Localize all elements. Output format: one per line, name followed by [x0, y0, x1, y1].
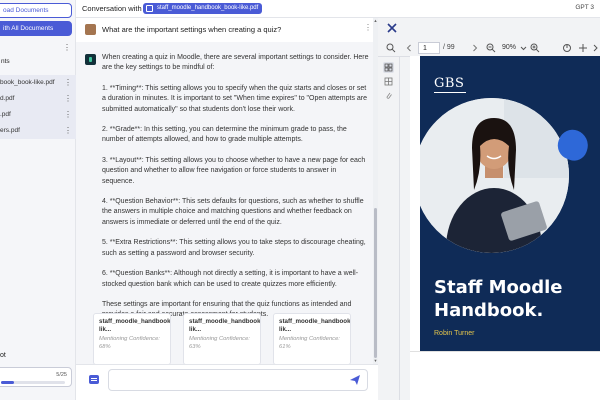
- chat-panel: What are the important settings when cre…: [76, 18, 378, 400]
- pdf-page-cover: GBS Staff Moodle Handbook. Robin Turner: [420, 56, 600, 351]
- cover-title: Staff Moodle Handbook.: [434, 277, 563, 321]
- chat-input[interactable]: [108, 369, 368, 391]
- usage-meter: 5/25: [0, 367, 72, 387]
- person-illustration: [420, 98, 569, 253]
- active-file-name: staff_moodle_handbook_book-like.pdf: [157, 5, 259, 11]
- document-name: book_book-like.pdf: [0, 79, 55, 86]
- answer-paragraph: 5. **Extra Restrictions**: This setting …: [102, 239, 366, 257]
- chat-with-all-documents-button[interactable]: ith All Documents: [0, 21, 72, 36]
- more-tools-icon[interactable]: [592, 43, 600, 53]
- usage-bar: [1, 381, 65, 384]
- answer-paragraph: When creating a quiz in Moodle, there ar…: [102, 54, 369, 72]
- zoom-out-icon[interactable]: [486, 43, 496, 53]
- previous-page-icon[interactable]: [404, 43, 414, 53]
- search-icon[interactable]: [386, 43, 396, 53]
- cover-photo: [420, 98, 569, 253]
- source-title: staff_moodle_handbook_bo lik...: [279, 318, 351, 333]
- send-icon[interactable]: [349, 374, 361, 386]
- document-name: d.pdf: [0, 95, 15, 102]
- source-title: staff_moodle_handbook_bo lik...: [99, 318, 171, 333]
- page-margin: [410, 56, 420, 351]
- user-message-row: What are the important settings when cre…: [76, 18, 378, 42]
- zoom-level[interactable]: 90%: [502, 44, 516, 51]
- message-composer: [76, 364, 378, 400]
- user-message: What are the important settings when cre…: [102, 25, 282, 34]
- source-title: staff_moodle_handbook_bo lik...: [189, 318, 261, 333]
- source-card[interactable]: staff_moodle_handbook_bo lik... Mentioni…: [273, 313, 351, 365]
- upload-documents-label: oad Documents: [3, 7, 49, 14]
- answer-paragraph: 3. **Layout**: This setting allows you t…: [102, 156, 366, 185]
- source-confidence: Mentioning Confidence: 63%: [189, 336, 250, 350]
- answer-paragraph: 4. **Question Behavior**: This sets defa…: [102, 198, 364, 226]
- answer-paragraph: 2. **Grade**: In this setting, you can d…: [102, 126, 347, 144]
- document-menu-icon[interactable]: ⋮: [64, 91, 72, 107]
- document-item-4[interactable]: ers.pdf ⋮: [0, 123, 76, 139]
- sidebar: oad Documents ith All Documents nts ⋮ bo…: [0, 0, 76, 400]
- usage-bar-fill: [1, 381, 14, 384]
- upload-documents-button[interactable]: oad Documents: [0, 3, 72, 18]
- pdf-toolbar: / 99 90%: [378, 40, 600, 57]
- prompt-library-icon[interactable]: [89, 375, 99, 384]
- assistant-answer: When creating a quiz in Moodle, there ar…: [102, 53, 370, 331]
- source-card[interactable]: staff_moodle_handbook_bo lik... Mentioni…: [93, 313, 171, 365]
- thumbnails-icon[interactable]: [383, 62, 394, 73]
- pan-icon[interactable]: [578, 43, 588, 53]
- user-avatar: [85, 24, 96, 35]
- section-menu-icon[interactable]: ⋮: [63, 43, 71, 52]
- logo-underline: [434, 92, 466, 93]
- zoom-dropdown-icon[interactable]: [520, 43, 527, 53]
- zoom-in-icon[interactable]: [530, 43, 540, 53]
- assistant-avatar: [85, 54, 96, 65]
- chat-all-label: ith All Documents: [3, 25, 54, 32]
- pdf-viewer: / 99 90%: [378, 18, 600, 400]
- document-menu-icon[interactable]: ⋮: [64, 75, 72, 91]
- document-menu-icon[interactable]: ⋮: [64, 123, 72, 139]
- active-file-chip[interactable]: staff_moodle_handbook_book-like.pdf: [143, 3, 263, 14]
- chatbot-label: ot: [0, 352, 6, 359]
- answer-paragraph: 6. **Question Banks**: Although not dire…: [102, 270, 359, 288]
- outline-icon[interactable]: [383, 76, 394, 87]
- document-item-1[interactable]: book_book-like.pdf ⋮: [0, 75, 76, 91]
- document-name: .pdf: [0, 111, 11, 118]
- close-icon[interactable]: [386, 22, 398, 34]
- message-menu-icon[interactable]: ⋮: [364, 23, 372, 32]
- next-page: [410, 351, 600, 400]
- page-number-input[interactable]: [418, 42, 440, 54]
- attachment-icon[interactable]: [383, 90, 394, 101]
- source-confidence: Mentioning Confidence: 61%: [279, 336, 340, 350]
- source-card[interactable]: staff_moodle_handbook_bo lik... Mentioni…: [183, 313, 261, 365]
- pdf-side-rail: [378, 57, 400, 400]
- usage-count: 5/25: [56, 372, 67, 378]
- cover-author: Robin Turner: [434, 330, 475, 337]
- document-menu-icon[interactable]: ⋮: [64, 107, 72, 123]
- conversation-header: Conversation with staff_moodle_handbook_…: [76, 0, 600, 18]
- answer-paragraph: 1. **Timing**: This setting allows you t…: [102, 84, 368, 113]
- document-name: ers.pdf: [0, 127, 20, 134]
- conversation-label: Conversation with: [82, 4, 142, 13]
- documents-section-label: nts: [1, 58, 10, 65]
- assistant-message: When creating a quiz in Moodle, there ar…: [76, 42, 373, 365]
- page-total: / 99: [443, 44, 455, 51]
- source-cards: staff_moodle_handbook_bo lik... Mentioni…: [93, 313, 351, 365]
- publisher-logo: GBS: [434, 76, 465, 91]
- scroll-thumb[interactable]: [374, 208, 377, 358]
- next-page-icon[interactable]: [470, 43, 480, 53]
- document-item-3[interactable]: .pdf ⋮: [0, 107, 76, 123]
- model-selector[interactable]: GPT 3: [575, 4, 594, 11]
- document-icon: [146, 5, 153, 12]
- source-confidence: Mentioning Confidence: 68%: [99, 336, 160, 350]
- document-item-2[interactable]: d.pdf ⋮: [0, 91, 76, 107]
- rotate-icon[interactable]: [562, 43, 572, 53]
